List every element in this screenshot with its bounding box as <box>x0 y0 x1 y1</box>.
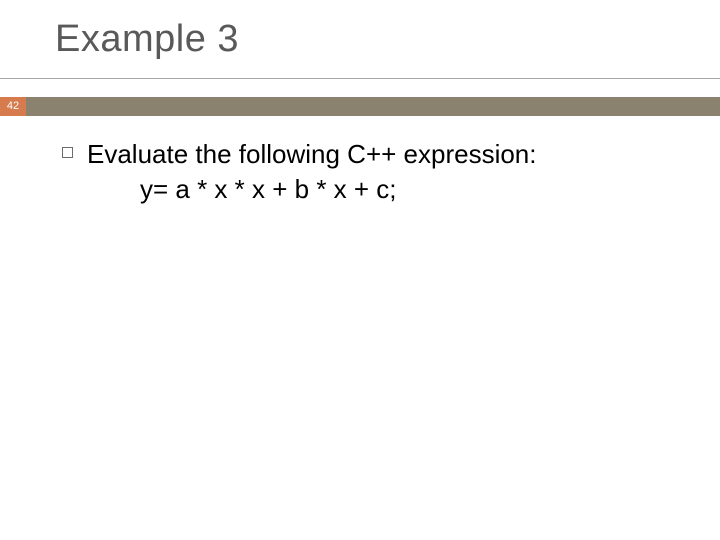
slide-title: Example 3 <box>55 18 239 61</box>
accent-bar <box>26 97 720 116</box>
title-underline <box>0 78 720 79</box>
content-area: Evaluate the following C++ expression: y… <box>62 138 662 205</box>
bullet-item: Evaluate the following C++ expression: <box>62 138 662 172</box>
bullet-text-line1: Evaluate the following C++ expression: <box>87 138 537 172</box>
slide: Example 3 42 Evaluate the following C++ … <box>0 0 720 540</box>
page-number-badge: 42 <box>0 97 26 116</box>
bullet-text-line2: y= a * x * x + b * x + c; <box>140 174 662 205</box>
square-bullet-icon <box>62 147 73 158</box>
